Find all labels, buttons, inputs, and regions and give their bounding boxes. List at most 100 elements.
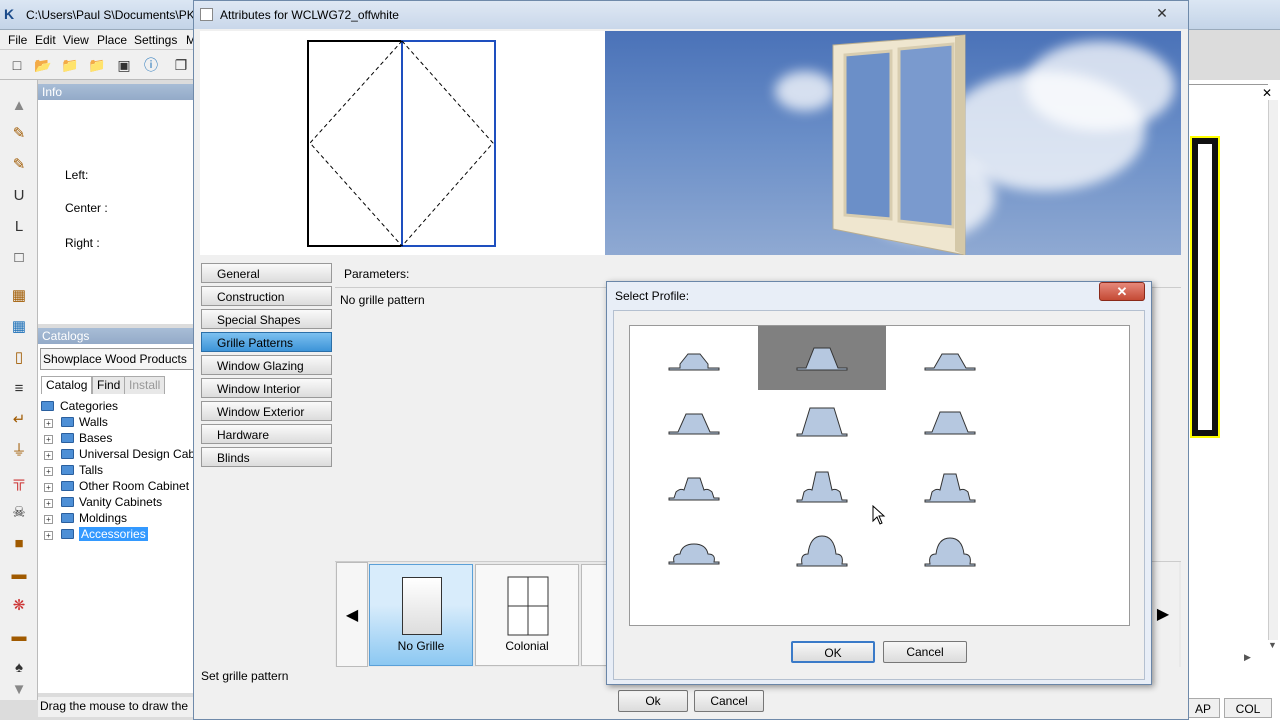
folder-icon [61,417,74,427]
box-icon[interactable]: ■ [9,534,29,554]
rectangle-icon[interactable]: □ [9,248,29,268]
dialog-cancel-button[interactable]: Cancel [883,641,967,663]
ok-button[interactable]: Ok [618,690,688,712]
close-icon[interactable]: ✕ [1099,282,1145,301]
tab-grille-patterns[interactable]: Grille Patterns [201,332,332,352]
tab-special-shapes[interactable]: Special Shapes [201,309,332,329]
expand-icon[interactable]: + [44,467,53,476]
menu-place[interactable]: Place [97,33,127,47]
export-icon[interactable]: 📁 [88,56,106,74]
left-tool-palette: ▲ ✎ ✎ U L □ ▦ ▦ ▯ ≡ ↵ ⏚ ╦ ☠ ■ ▬ ❋ ▬ ♠ ▼ [0,80,38,700]
stairs-icon[interactable]: ≡ [9,379,29,399]
scroll-up-icon[interactable]: ▲ [9,96,29,116]
tab-install[interactable]: Install [124,376,166,394]
ap-button[interactable]: AP [1186,698,1220,718]
window-icon[interactable]: ▦ [9,317,29,337]
scroll-down-icon[interactable]: ▼ [1268,640,1277,650]
pencil-icon[interactable]: ✎ [9,124,29,144]
pattern-no-grille[interactable]: No Grille [369,564,473,666]
open-folder-icon[interactable]: 📂 [34,56,52,74]
scroll-down-icon[interactable]: ▼ [9,680,29,700]
dialog-title: Select Profile: [615,289,690,303]
folder-icon [61,465,74,475]
toolbar: □ 📂 📁 📁 ▣ ⓘ ❐ [0,50,200,80]
tab-general[interactable]: General [201,263,332,283]
close-icon[interactable]: ✕ [1262,86,1272,100]
profile-option[interactable] [758,518,886,582]
expand-icon[interactable]: + [44,419,53,428]
molding-icon[interactable]: ▬ [9,565,29,585]
cancel-button[interactable]: Cancel [694,690,764,712]
info-icon[interactable]: ⓘ [142,56,160,74]
expand-icon[interactable]: + [44,451,53,460]
profile-option[interactable] [886,454,1014,518]
profile-option[interactable] [630,326,758,390]
col-button[interactable]: COL [1224,698,1272,718]
canvas-divider [1188,84,1268,85]
profile-option[interactable] [758,454,886,518]
expand-icon[interactable]: + [44,435,53,444]
scroll-left-button[interactable]: ◀ [336,562,368,667]
crown-icon[interactable]: ♠ [9,658,29,678]
table-icon[interactable]: ╦ [9,472,29,492]
accessory-icon[interactable]: ❋ [9,596,29,616]
plan-preview [200,31,606,255]
scroll-right-icon[interactable]: ▶ [1244,652,1251,663]
close-icon[interactable]: ✕ [1149,3,1175,23]
profile-option[interactable] [630,390,758,454]
tab-blinds[interactable]: Blinds [201,447,332,467]
left-label: Left: [65,168,89,182]
open-project-icon[interactable]: 📁 [61,56,79,74]
catalog-dropdown[interactable]: Showplace Wood Products [40,348,196,370]
profile-option[interactable] [630,454,758,518]
tab-window-interior[interactable]: Window Interior [201,378,332,398]
expand-icon[interactable]: + [44,531,53,540]
folder-icon [61,513,74,523]
expand-icon[interactable]: + [44,515,53,524]
profile-option[interactable] [886,518,1014,582]
l-shape-icon[interactable]: L [9,217,29,237]
profile-option[interactable] [886,390,1014,454]
sink-icon[interactable]: ⏚ [9,441,29,461]
profile-option[interactable] [758,390,886,454]
cabinet-icon[interactable]: ▦ [9,286,29,306]
save-icon[interactable]: ▣ [115,56,133,74]
menu-edit[interactable]: Edit [35,33,56,47]
tab-construction[interactable]: Construction [201,286,332,306]
profile-option[interactable] [886,326,1014,390]
plan-canvas[interactable]: ✕ ▼ ▶ AP COL [1186,80,1280,720]
colonial-preview-icon [507,576,549,636]
tab-window-glazing[interactable]: Window Glazing [201,355,332,375]
profile-option[interactable] [630,518,758,582]
trim-icon[interactable]: ▬ [9,627,29,647]
tall-cabinet-icon[interactable]: ▯ [9,348,29,368]
new-file-icon[interactable]: □ [8,56,26,74]
draw-wall-icon[interactable]: ✎ [9,155,29,175]
folder-icon [61,449,74,459]
select-profile-dialog: Select Profile: ✕ OK Cancel [606,281,1152,685]
tab-find[interactable]: Find [92,376,126,394]
window-plan-outline[interactable] [1192,138,1218,436]
java-app-icon [200,8,213,21]
vertical-scrollbar[interactable] [1268,100,1278,640]
u-shape-icon[interactable]: U [9,186,29,206]
tab-window-exterior[interactable]: Window Exterior [201,401,332,421]
menu-settings[interactable]: Settings [134,33,177,47]
expand-icon[interactable]: + [44,483,53,492]
expand-icon[interactable]: + [44,499,53,508]
menu-file[interactable]: File [8,33,27,47]
tab-hardware[interactable]: Hardware [201,424,332,444]
menu-view[interactable]: View [63,33,89,47]
lamp-icon[interactable]: ☠ [9,503,29,523]
folder-icon [61,433,74,443]
tab-catalog[interactable]: Catalog [41,376,93,394]
dialog-ok-button[interactable]: OK [791,641,875,663]
app-logo-icon: K [4,6,15,22]
folder-icon [61,497,74,507]
profile-option-selected[interactable] [758,326,886,390]
profile-grid [629,325,1130,626]
copy-icon[interactable]: ❐ [172,56,190,74]
pattern-colonial[interactable]: Colonial [475,564,579,666]
faucet-icon[interactable]: ↵ [9,410,29,430]
no-grille-preview-icon [402,577,442,635]
